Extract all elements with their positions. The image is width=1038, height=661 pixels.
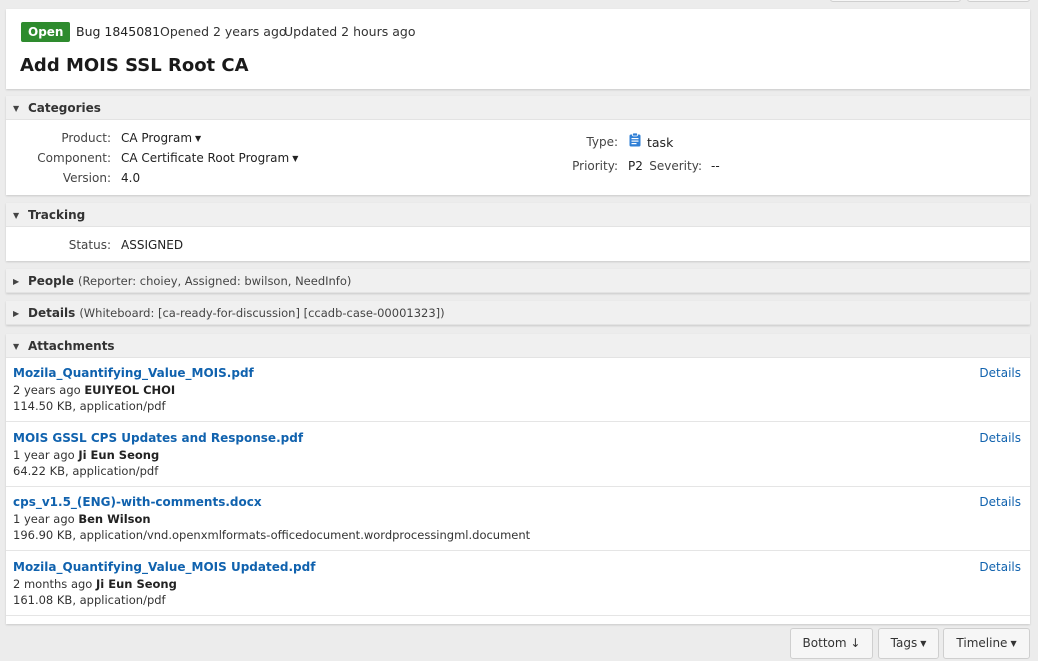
triangle-down-icon: ▼ [13, 104, 20, 113]
attachment-size: 114.50 KB, application/pdf [13, 399, 166, 413]
bug-id[interactable]: Bug 1845081 [76, 24, 160, 39]
triangle-down-icon: ▼ [13, 211, 20, 220]
categories-section: ▼ Categories Product: CA Program ▼ Compone… [6, 96, 1030, 195]
type-value: task [647, 135, 674, 150]
attachment-meta: 1 year ago Ji Eun Seong [13, 448, 160, 462]
status-badge: Open [21, 22, 71, 42]
details-header[interactable]: ▶ Details (Whiteboard: [ca-ready-for-discu… [6, 301, 1030, 325]
people-summary: (Reporter: choiey, Assigned: bwilson, Ne… [78, 274, 352, 288]
people-header[interactable]: ▶ People (Reporter: choiey, Assigned: bwil… [6, 269, 1030, 293]
status-value: ASSIGNED [121, 238, 184, 252]
triangle-down-icon: ▼ [13, 342, 20, 351]
tags-button[interactable]: Tags ▼ [878, 628, 939, 659]
top-button-partial-1[interactable] [830, 0, 961, 2]
triangle-right-icon: ▶ [13, 277, 20, 286]
attachment-meta: 2 months ago Ji Eun Seong [13, 577, 177, 591]
caret-down-icon: ▼ [1010, 639, 1017, 648]
attachment-item: Mozila_Quantifying_Value_MOIS.pdf 2 year… [6, 358, 1030, 422]
categories-header[interactable]: ▼ Categories [6, 96, 1030, 120]
attachments-section: ▼ Attachments Mozila_Quantifying_Value_MO… [6, 334, 1030, 624]
priority-value: P2 [628, 159, 643, 173]
updated-time: Updated 2 hours ago [284, 24, 416, 39]
bug-header: Open Bug 1845081 Opened 2 years ago Upda… [6, 9, 1030, 89]
section-title: Tracking [28, 208, 86, 222]
caret-down-icon: ▼ [195, 134, 202, 143]
attachment-link[interactable]: Mozila_Quantifying_Value_MOIS.pdf [13, 366, 254, 380]
attachments-header[interactable]: ▼ Attachments [6, 334, 1030, 358]
tracking-section: ▼ Tracking Status: ASSIGNED [6, 203, 1030, 261]
details-summary: (Whiteboard: [ca-ready-for-discussion] [… [79, 306, 445, 320]
attachment-meta: 1 year ago Ben Wilson [13, 512, 151, 526]
attachment-link[interactable]: cps_v1.5_(ENG)-with-comments.docx [13, 495, 262, 509]
section-title: Details [28, 306, 76, 320]
section-title: Attachments [28, 339, 115, 353]
version-label: Version: [62, 171, 111, 185]
attachment-size: 161.08 KB, application/pdf [13, 593, 166, 607]
version-value: 4.0 [121, 171, 141, 185]
clipboard-icon [629, 132, 641, 147]
attachment-details-link[interactable]: Details [979, 495, 1021, 509]
attachment-author[interactable]: Ji Eun Seong [96, 577, 177, 591]
timeline-button[interactable]: Timeline ▼ [943, 628, 1030, 659]
caret-down-icon: ▼ [292, 154, 299, 163]
section-title: People [28, 274, 75, 288]
attachment-size: 64.22 KB, application/pdf [13, 464, 159, 478]
attachment-author[interactable]: EUIYEOL CHOI [84, 383, 175, 397]
page-title: Add MOIS SSL Root CA [20, 55, 249, 76]
tracking-header[interactable]: ▼ Tracking [6, 203, 1030, 227]
product-value[interactable]: CA Program ▼ [121, 131, 201, 145]
bottom-button[interactable]: Bottom ↓ [790, 628, 873, 659]
triangle-right-icon: ▶ [13, 309, 20, 318]
component-label: Component: [37, 151, 111, 165]
people-section: ▶ People (Reporter: choiey, Assigned: bwil… [6, 269, 1030, 293]
attachment-details-link[interactable]: Details [979, 431, 1021, 445]
severity-label: Severity: [649, 159, 702, 173]
attachment-item: MOIS GSSL CPS Updates and Response.pdf 1… [6, 423, 1030, 487]
attachment-item: Mozila_Quantifying_Value_MOIS Updated.pd… [6, 552, 1030, 616]
attachment-author[interactable]: Ji Eun Seong [78, 448, 159, 462]
opened-time: Opened 2 years ago [160, 24, 287, 39]
caret-down-icon: ▼ [920, 639, 927, 648]
attachment-link[interactable]: Mozila_Quantifying_Value_MOIS Updated.pd… [13, 560, 315, 574]
details-section: ▶ Details (Whiteboard: [ca-ready-for-discu… [6, 301, 1030, 325]
attachment-size: 196.90 KB, application/vnd.openxmlformat… [13, 528, 531, 542]
attachment-meta: 2 years ago EUIYEOL CHOI [13, 383, 176, 397]
section-title: Categories [28, 101, 101, 115]
attachment-item: cps_v1.5_(ENG)-with-comments.docx 1 year… [6, 487, 1030, 551]
severity-value: -- [711, 159, 720, 173]
type-icon [629, 132, 641, 150]
component-value[interactable]: CA Certificate Root Program ▼ [121, 151, 298, 165]
priority-label: Priority: [572, 159, 618, 173]
type-label: Type: [586, 135, 618, 149]
status-label: Status: [68, 238, 111, 252]
attachment-link[interactable]: MOIS GSSL CPS Updates and Response.pdf [13, 431, 303, 445]
attachment-details-link[interactable]: Details [979, 366, 1021, 380]
top-button-partial-2[interactable] [967, 0, 1030, 2]
attachment-author[interactable]: Ben Wilson [78, 512, 150, 526]
attachment-details-link[interactable]: Details [979, 560, 1021, 574]
product-label: Product: [61, 131, 111, 145]
